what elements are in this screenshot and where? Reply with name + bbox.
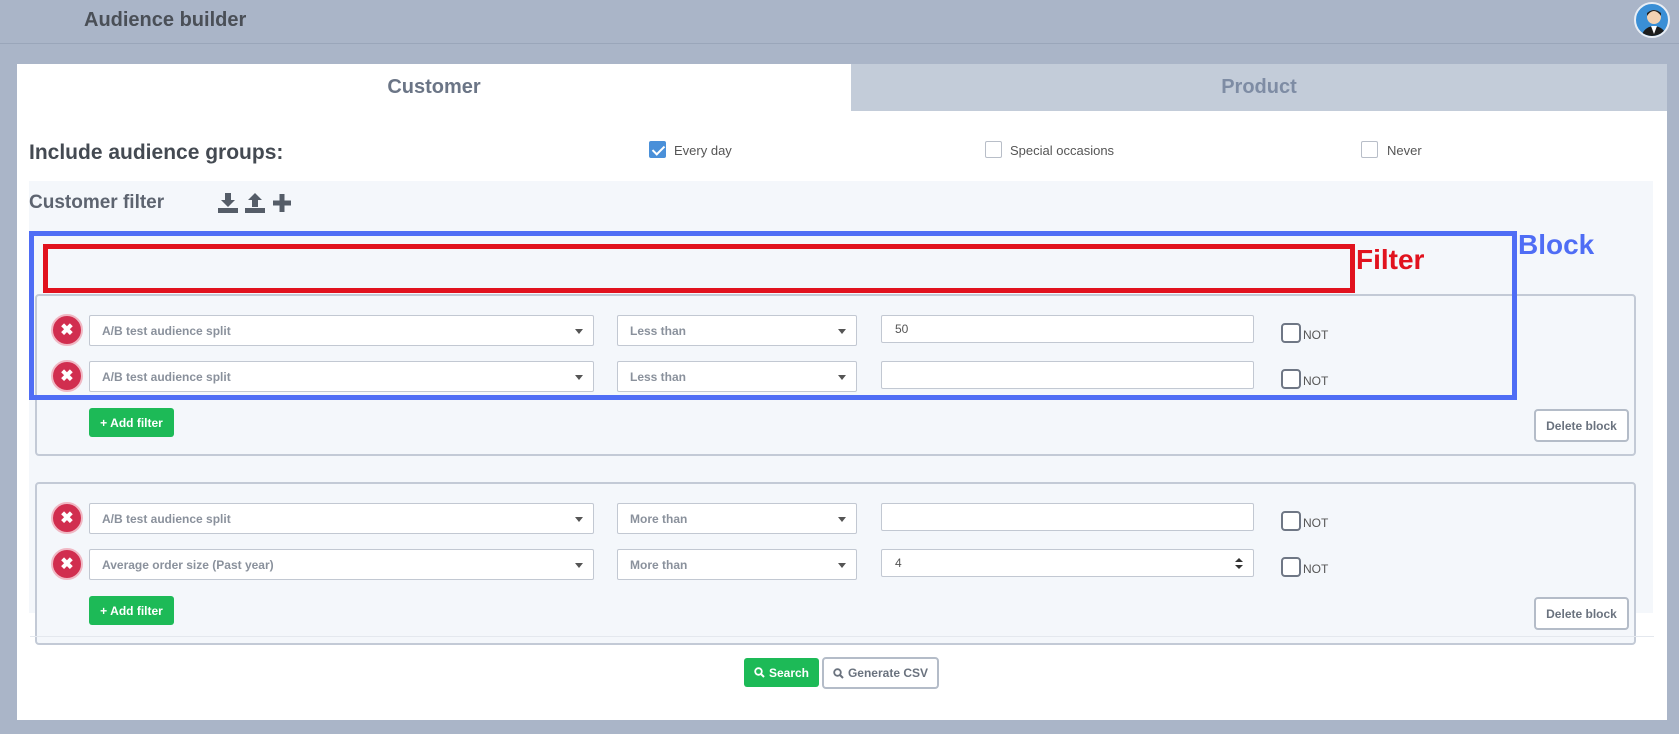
include-audience-groups-label: Include audience groups: xyxy=(29,141,284,164)
remove-filter-button[interactable]: ✖ xyxy=(51,548,83,580)
download-icon[interactable] xyxy=(217,192,239,214)
search-icon xyxy=(833,667,844,679)
filter-annotation-label: Filter xyxy=(1356,244,1425,275)
delete-block-button[interactable]: Delete block xyxy=(1534,409,1629,442)
delete-block-button[interactable]: Delete block xyxy=(1534,597,1629,630)
filter-operator-select[interactable]: More than xyxy=(617,503,857,534)
not-checkbox[interactable] xyxy=(1281,557,1301,577)
plus-icon: + xyxy=(100,603,108,618)
special-occasions-label: Special occasions xyxy=(1010,143,1115,158)
generate-csv-button[interactable]: Generate CSV xyxy=(822,657,939,689)
search-button[interactable]: Search xyxy=(744,658,819,687)
top-bar: Audience builder xyxy=(0,0,1679,44)
number-spinner-icon[interactable] xyxy=(1235,558,1243,570)
close-icon: ✖ xyxy=(60,556,74,573)
plus-icon: + xyxy=(100,415,108,430)
not-label: NOT xyxy=(1303,516,1329,530)
filter-field-select[interactable]: Average order size (Past year) xyxy=(89,549,594,580)
plus-icon[interactable] xyxy=(271,192,293,214)
customer-filter-title: Customer filter xyxy=(29,192,165,213)
every-day-label: Every day xyxy=(674,143,732,158)
close-icon: ✖ xyxy=(60,510,74,527)
search-icon xyxy=(754,667,765,678)
search-label: Search xyxy=(768,665,810,680)
block-annotation-label: Block xyxy=(1518,229,1595,260)
filter-block: ✖ A/B test audience split More than NOT … xyxy=(35,482,1636,645)
not-checkbox[interactable] xyxy=(1281,511,1301,531)
add-filter-label: Add filter xyxy=(110,415,163,430)
tab-customer[interactable]: Customer xyxy=(17,64,851,111)
filter-value-input[interactable]: 4 xyxy=(881,549,1254,577)
app-title: Audience builder xyxy=(84,9,247,31)
never-checkbox[interactable] xyxy=(1361,141,1378,158)
upload-icon[interactable] xyxy=(244,192,266,214)
tab-product[interactable]: Product xyxy=(851,64,1667,111)
filter-field-select[interactable]: A/B test audience split xyxy=(89,503,594,534)
remove-filter-button[interactable]: ✖ xyxy=(51,502,83,534)
filter-value-text: 4 xyxy=(895,556,902,570)
special-occasions-checkbox[interactable] xyxy=(985,141,1002,158)
not-label: NOT xyxy=(1303,562,1329,576)
generate-csv-label: Generate CSV xyxy=(847,666,929,680)
filter-annotation-frame xyxy=(43,244,1355,293)
filter-value-input[interactable] xyxy=(881,503,1254,531)
add-filter-button[interactable]: + Add filter xyxy=(89,408,174,437)
filter-operator-select[interactable]: More than xyxy=(617,549,857,580)
add-filter-label: Add filter xyxy=(110,603,163,618)
every-day-checkbox[interactable] xyxy=(649,141,666,158)
add-filter-button[interactable]: + Add filter xyxy=(89,596,174,625)
never-label: Never xyxy=(1387,143,1422,158)
user-icon xyxy=(1641,10,1667,36)
divider xyxy=(30,636,1654,637)
user-avatar[interactable] xyxy=(1634,2,1670,38)
